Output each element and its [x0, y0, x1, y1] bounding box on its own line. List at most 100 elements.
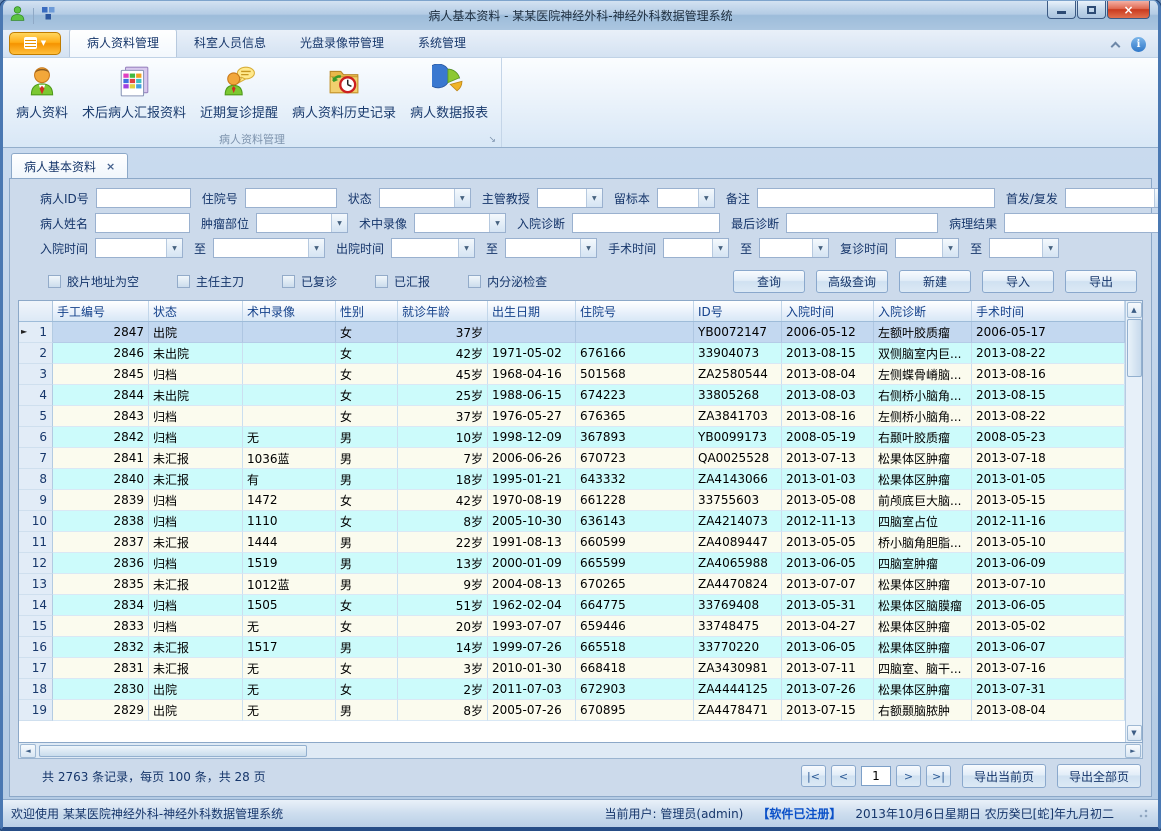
column-header-手工编号[interactable]: 手工编号 [53, 301, 149, 321]
filter-input-最后诊断[interactable] [786, 213, 938, 233]
filter-select-至[interactable]: ▼ [759, 238, 829, 258]
dropdown-arrow-icon[interactable]: ▼ [942, 239, 958, 257]
dropdown-arrow-icon[interactable]: ▼ [1042, 239, 1058, 257]
filter-select-复诊时间[interactable]: ▼ [895, 238, 959, 258]
export-all-pages-button[interactable]: 导出全部页 [1057, 764, 1141, 788]
table-row-15[interactable]: 152833归档无女20岁1993-07-0765944633748475201… [19, 616, 1125, 637]
close-button[interactable]: × [1107, 1, 1150, 19]
last-page-button[interactable]: >| [926, 765, 951, 787]
ribbon-button-病人资料[interactable]: 病人资料 [9, 61, 75, 123]
filter-select-肿瘤部位[interactable]: ▼ [256, 213, 348, 233]
dropdown-arrow-icon[interactable]: ▼ [166, 239, 182, 257]
dropdown-arrow-icon[interactable]: ▼ [454, 189, 470, 207]
导出-button[interactable]: 导出 [1065, 270, 1137, 293]
filter-select-出院时间[interactable]: ▼ [391, 238, 475, 258]
column-header-手术时间[interactable]: 手术时间 [972, 301, 1125, 321]
column-header-出生日期[interactable]: 出生日期 [488, 301, 576, 321]
ribbon-tab-4[interactable]: 系统管理 [401, 29, 483, 57]
filter-select-入院时间[interactable]: ▼ [95, 238, 183, 258]
dropdown-arrow-icon[interactable]: ▼ [331, 214, 347, 232]
dropdown-arrow-icon[interactable]: ▼ [698, 189, 714, 207]
table-row-16[interactable]: 162832未汇报1517男14岁1999-07-266655183377022… [19, 637, 1125, 658]
ribbon-tab-1[interactable]: 病人资料管理 [69, 28, 177, 57]
table-row-2[interactable]: 22846未出院女42岁1971-05-02676166339040732013… [19, 343, 1125, 364]
dropdown-arrow-icon[interactable]: ▼ [812, 239, 828, 257]
scroll-left-icon[interactable]: ◄ [20, 744, 36, 758]
resize-grip-icon[interactable] [1138, 809, 1148, 819]
column-header-就诊年龄[interactable]: 就诊年龄 [398, 301, 488, 321]
next-page-button[interactable]: > [896, 765, 921, 787]
vertical-scroll-thumb[interactable] [1127, 319, 1142, 377]
filter-select-至[interactable]: ▼ [989, 238, 1059, 258]
table-row-17[interactable]: 172831未汇报无女3岁2010-01-30668418ZA343098120… [19, 658, 1125, 679]
column-header-入院时间[interactable]: 入院时间 [782, 301, 874, 321]
filter-select-留标本[interactable]: ▼ [657, 188, 715, 208]
ribbon-button-病人资料历史记录[interactable]: 病人资料历史记录 [285, 61, 403, 123]
table-row-14[interactable]: 142834归档1505女51岁1962-02-0466477533769408… [19, 595, 1125, 616]
dialog-launcher-icon[interactable]: ↘ [489, 135, 497, 145]
ribbon-button-术后病人汇报资料[interactable]: 术后病人汇报资料 [75, 61, 193, 123]
table-row-8[interactable]: 82840未汇报有男18岁1995-01-21643332ZA414306620… [19, 469, 1125, 490]
table-row-3[interactable]: 32845归档女45岁1968-04-16501568ZA25805442013… [19, 364, 1125, 385]
export-current-page-button[interactable]: 导出当前页 [962, 764, 1046, 788]
document-tab[interactable]: 病人基本资料 × [11, 153, 128, 178]
导入-button[interactable]: 导入 [982, 270, 1054, 293]
scroll-right-icon[interactable]: ► [1125, 744, 1141, 758]
table-row-5[interactable]: 52843归档女37岁1976-05-27676365ZA38417032013… [19, 406, 1125, 427]
filter-select-主管教授[interactable]: ▼ [537, 188, 603, 208]
ribbon-tab-2[interactable]: 科室人员信息 [177, 29, 283, 57]
tab-close-icon[interactable]: × [106, 161, 115, 172]
page-number-input[interactable] [861, 766, 891, 786]
dropdown-arrow-icon[interactable]: ▼ [580, 239, 596, 257]
column-header-入院诊断[interactable]: 入院诊断 [874, 301, 972, 321]
filter-input-备注[interactable] [757, 188, 995, 208]
filter-input-住院号[interactable] [245, 188, 337, 208]
application-menu-button[interactable]: ▼ [9, 32, 61, 55]
column-header-住院号[interactable]: 住院号 [576, 301, 694, 321]
新建-button[interactable]: 新建 [899, 270, 971, 293]
table-row-7[interactable]: 72841未汇报1036蓝男7岁2006-06-26670723QA002552… [19, 448, 1125, 469]
ribbon-button-近期复诊提醒[interactable]: 近期复诊提醒 [193, 61, 285, 123]
ribbon-button-病人数据报表[interactable]: 病人数据报表 [403, 61, 495, 123]
horizontal-scrollbar[interactable]: ◄ ► [18, 743, 1143, 759]
column-header-术中录像[interactable]: 术中录像 [243, 301, 336, 321]
horizontal-scroll-thumb[interactable] [39, 745, 307, 757]
filter-input-病理结果[interactable] [1004, 213, 1161, 233]
dropdown-arrow-icon[interactable]: ▼ [586, 189, 602, 207]
filter-input-病人姓名[interactable] [95, 213, 190, 233]
filter-input-入院诊断[interactable] [572, 213, 720, 233]
prev-page-button[interactable]: < [831, 765, 856, 787]
table-row-18[interactable]: 182830出院无女2岁2011-07-03672903ZA4444125201… [19, 679, 1125, 700]
filter-select-首发/复发[interactable]: ▼ [1065, 188, 1161, 208]
scroll-down-icon[interactable]: ▼ [1127, 725, 1142, 741]
dropdown-arrow-icon[interactable]: ▼ [1154, 189, 1161, 207]
table-row-12[interactable]: 122836归档1519男13岁2000-01-09665599ZA406598… [19, 553, 1125, 574]
filter-select-至[interactable]: ▼ [213, 238, 325, 258]
checkbox-内分泌检查[interactable]: 内分泌检查 [468, 273, 547, 290]
first-page-button[interactable]: |< [801, 765, 826, 787]
column-header-状态[interactable]: 状态 [149, 301, 243, 321]
checkbox-已复诊[interactable]: 已复诊 [282, 273, 337, 290]
maximize-button[interactable] [1077, 1, 1106, 19]
查询-button[interactable]: 查询 [733, 270, 805, 293]
高级查询-button[interactable]: 高级查询 [816, 270, 888, 293]
app-logo-person-icon[interactable] [9, 5, 26, 26]
table-row-6[interactable]: 62842归档无男10岁1998-12-09367893YB0099173200… [19, 427, 1125, 448]
filter-select-手术时间[interactable]: ▼ [663, 238, 729, 258]
ribbon-tab-3[interactable]: 光盘录像带管理 [283, 29, 401, 57]
dropdown-arrow-icon[interactable]: ▼ [308, 239, 324, 257]
filter-select-术中录像[interactable]: ▼ [414, 213, 506, 233]
table-row-13[interactable]: 132835未汇报1012蓝男9岁2004-08-13670265ZA44708… [19, 574, 1125, 595]
dropdown-arrow-icon[interactable]: ▼ [712, 239, 728, 257]
minimize-button[interactable] [1047, 1, 1076, 19]
checkbox-已汇报[interactable]: 已汇报 [375, 273, 430, 290]
checkbox-胶片地址为空[interactable]: 胶片地址为空 [48, 273, 139, 290]
filter-input-病人ID号[interactable] [96, 188, 191, 208]
filter-select-至[interactable]: ▼ [505, 238, 597, 258]
column-header-ID号[interactable]: ID号 [694, 301, 782, 321]
scroll-up-icon[interactable]: ▲ [1127, 302, 1142, 318]
dropdown-arrow-icon[interactable]: ▼ [489, 214, 505, 232]
quick-access-blocks-icon[interactable] [41, 6, 56, 25]
info-icon[interactable]: i [1131, 37, 1146, 52]
table-row-11[interactable]: 112837未汇报1444男22岁1991-08-13660599ZA40894… [19, 532, 1125, 553]
